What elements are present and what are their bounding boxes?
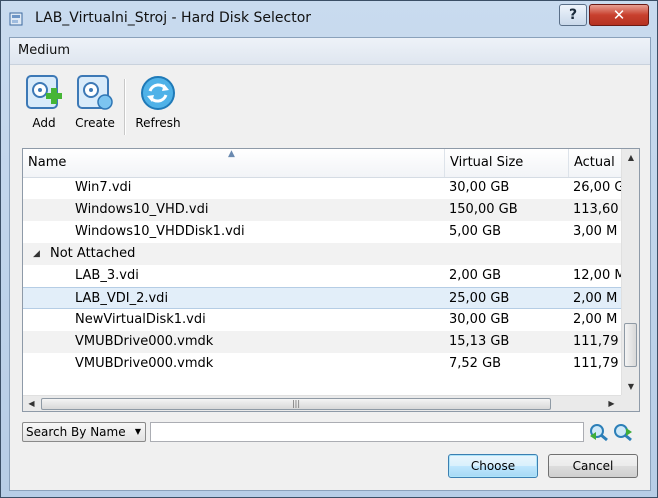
add-disk-icon [26, 75, 62, 109]
refresh-label: Refresh [135, 116, 181, 130]
create-button[interactable]: Create [72, 73, 118, 130]
table-row[interactable]: VMUBDrive000.vmdk 15,13 GB 111,79 [23, 331, 621, 353]
disk-actual-size: 3,00 M [573, 224, 618, 239]
column-virtual-size[interactable]: Virtual Size [445, 149, 569, 177]
toolbar-separator [124, 79, 126, 135]
table-row[interactable]: Windows10_VHDDisk1.vdi 5,00 GB 3,00 M [23, 221, 621, 243]
disk-actual-size: 12,00 M [573, 268, 621, 283]
sort-ascending-icon: ▲ [228, 149, 235, 159]
table-rows: Win7.vdi 30,00 GB 26,00 G Windows10_VHD.… [23, 177, 621, 395]
add-label: Add [32, 116, 56, 130]
disk-table[interactable]: Name ▲ Virtual Size Actual Win7.vdi 30,0… [22, 148, 640, 412]
collapse-triangle-icon[interactable]: ◢ [33, 243, 40, 265]
scroll-up-icon[interactable]: ▲ [622, 149, 639, 166]
table-row[interactable]: NewVirtualDisk1.vdi 30,00 GB 2,00 M [23, 309, 621, 331]
chevron-down-icon: ▼ [134, 427, 141, 436]
find-next-icon[interactable] [612, 422, 634, 442]
disk-actual-size: 26,00 G [573, 180, 621, 195]
refresh-icon [141, 76, 175, 110]
title-bar[interactable]: LAB_Virtualni_Stroj - Hard Disk Selector… [1, 1, 657, 37]
disk-actual-size: 111,79 [573, 334, 619, 349]
disk-virtual-size: 150,00 GB [449, 202, 518, 217]
disk-virtual-size: 30,00 GB [449, 180, 510, 195]
disk-name: Windows10_VHD.vdi [75, 202, 209, 217]
group-row-not-attached[interactable]: ◢ Not Attached [23, 243, 621, 265]
table-row[interactable]: Win7.vdi 30,00 GB 26,00 G [23, 177, 621, 199]
disk-virtual-size: 5,00 GB [449, 224, 502, 239]
cancel-button[interactable]: Cancel [548, 454, 638, 478]
disk-name: NewVirtualDisk1.vdi [75, 312, 206, 327]
disk-name: Windows10_VHDDisk1.vdi [75, 224, 245, 239]
disk-name: LAB_3.vdi [75, 268, 139, 283]
disk-virtual-size: 2,00 GB [449, 268, 502, 283]
disk-virtual-size: 7,52 GB [449, 356, 502, 371]
table-row-selected[interactable]: LAB_VDI_2.vdi 25,00 GB 2,00 M [23, 287, 621, 309]
menu-medium[interactable]: Medium [18, 43, 70, 58]
search-input[interactable] [150, 422, 584, 442]
scroll-corner [621, 395, 639, 411]
scroll-down-icon[interactable]: ▼ [622, 378, 639, 395]
close-button[interactable]: ✕ [589, 4, 649, 26]
menu-bar: Medium [10, 38, 650, 65]
table-row[interactable]: VMUBDrive000.vmdk 7,52 GB 111,79 [23, 353, 621, 375]
disk-actual-size: 2,00 M [573, 312, 618, 327]
refresh-button[interactable]: Refresh [132, 73, 184, 130]
find-previous-icon[interactable] [588, 422, 610, 442]
scroll-right-icon[interactable]: ▶ [603, 396, 620, 411]
help-button[interactable]: ? [559, 4, 587, 26]
disk-virtual-size: 25,00 GB [449, 291, 510, 306]
disk-virtual-size: 15,13 GB [449, 334, 510, 349]
disk-name: VMUBDrive000.vmdk [75, 356, 214, 371]
disk-virtual-size: 30,00 GB [449, 312, 510, 327]
hard-disk-selector-window: LAB_Virtualni_Stroj - Hard Disk Selector… [0, 0, 658, 498]
choose-button[interactable]: Choose [448, 454, 538, 478]
group-label: Not Attached [50, 246, 136, 261]
create-disk-icon [77, 75, 113, 110]
column-actual[interactable]: Actual [569, 149, 629, 177]
vertical-scroll-thumb[interactable] [624, 323, 637, 367]
disk-actual-size: 113,60 [573, 202, 619, 217]
disk-actual-size: 111,79 [573, 356, 619, 371]
app-icon [9, 12, 23, 26]
create-label: Create [75, 116, 115, 130]
search-mode-value: Search By Name [26, 425, 126, 439]
disk-name: Win7.vdi [75, 180, 132, 195]
add-button[interactable]: Add [22, 73, 66, 130]
window-title: LAB_Virtualni_Stroj - Hard Disk Selector [35, 10, 312, 26]
disk-name: VMUBDrive000.vmdk [75, 334, 214, 349]
horizontal-scrollbar[interactable]: ◀ ||| ▶ [23, 395, 621, 411]
horizontal-scroll-thumb[interactable]: ||| [41, 398, 551, 410]
disk-actual-size: 2,00 M [573, 291, 618, 306]
dialog-client-area: Medium Add Create Refresh Name ▲ Virtual… [9, 37, 651, 491]
table-row[interactable]: LAB_3.vdi 2,00 GB 12,00 M [23, 265, 621, 287]
toolbar: Add Create Refresh [10, 65, 650, 145]
search-mode-select[interactable]: Search By Name ▼ [22, 422, 146, 442]
disk-name: LAB_VDI_2.vdi [75, 291, 169, 306]
vertical-scrollbar[interactable]: ▲ ▼ [621, 149, 639, 395]
table-row[interactable]: Windows10_VHD.vdi 150,00 GB 113,60 [23, 199, 621, 221]
scroll-left-icon[interactable]: ◀ [23, 396, 40, 411]
table-header: Name ▲ Virtual Size Actual [23, 149, 621, 178]
